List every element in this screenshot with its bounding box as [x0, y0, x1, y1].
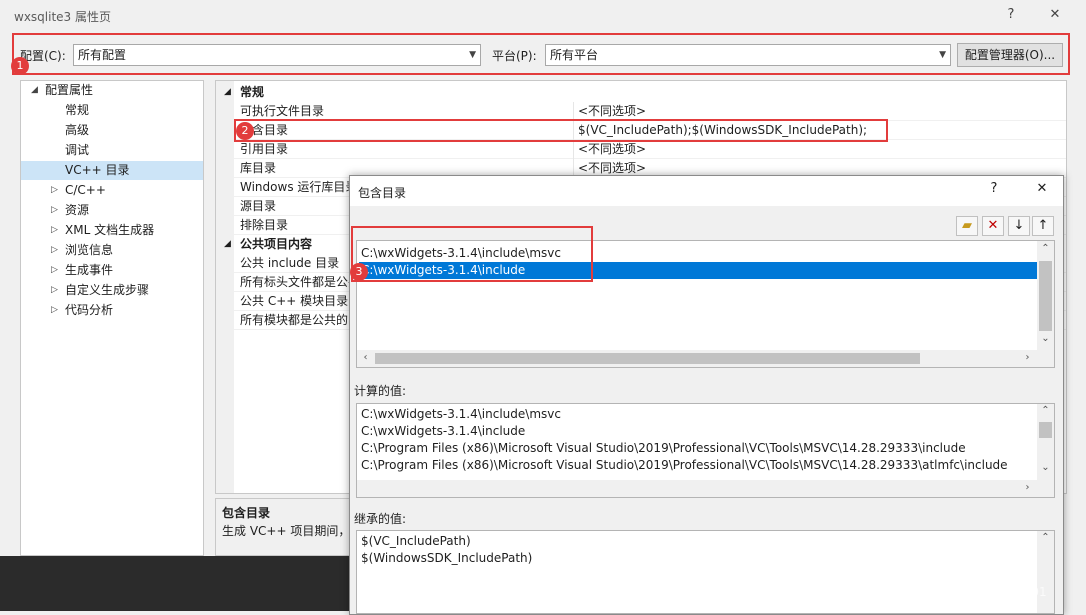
list-item: $(WindowsSDK_IncludePath)	[361, 551, 533, 565]
close-icon[interactable]: ✕	[1042, 4, 1068, 26]
scroll-up-icon: ⌃	[1041, 405, 1050, 416]
property-tree: ◢ 配置属性 常规 高级 调试 VC++ 目录 ▷ C/C++ ▷ 资源 ▷ XML …	[20, 80, 204, 556]
scroll-thumb	[1039, 261, 1052, 331]
chevron-down-icon: ▼	[939, 50, 946, 60]
expanded-arrow-icon: ◢	[224, 87, 231, 97]
grid-row[interactable]: 引用目录 <不同选项>	[216, 140, 1066, 159]
collapsed-arrow-icon: ▷	[51, 305, 58, 315]
tree-item-general[interactable]: 常规	[21, 101, 203, 120]
tree-item-advanced[interactable]: 高级	[21, 121, 203, 140]
list-item: C:\wxWidgets-3.1.4\include	[361, 424, 526, 438]
step-badge-1: 1	[11, 57, 29, 75]
tree-item-browse-info[interactable]: ▷ 浏览信息	[21, 241, 203, 260]
config-value: 所有配置	[78, 48, 127, 62]
platform-select[interactable]: 所有平台 ▼	[545, 44, 951, 66]
horizontal-scrollbar[interactable]: ‹ ›	[357, 350, 1054, 367]
description-text: 生成 VC++ 项目期间，	[222, 524, 351, 538]
dialog-title: 包含目录	[358, 186, 407, 200]
expanded-arrow-icon: ◢	[224, 239, 231, 249]
dialog-titlebar	[350, 176, 1063, 206]
tree-root[interactable]: ◢ 配置属性	[21, 81, 203, 100]
scroll-left-icon: ‹	[363, 352, 368, 363]
background-editor-strip	[0, 556, 349, 611]
watermark: https://blog.csdn.net/qq_38688701	[836, 585, 1047, 599]
list-item: $(VC_IncludePath)	[361, 534, 471, 548]
include-row-highlight	[234, 119, 888, 142]
platform-label: 平台(P):	[492, 49, 537, 63]
include-directories-dialog: 包含目录 ? ✕ ▰ ✕ ↓ ↑ C:\wxWidgets-3.1.4\incl…	[349, 175, 1064, 615]
entries-highlight	[351, 226, 593, 282]
configuration-manager-button[interactable]: 配置管理器(O)...	[957, 43, 1063, 67]
config-select[interactable]: 所有配置 ▼	[73, 44, 481, 66]
dialog-help-icon[interactable]: ?	[982, 181, 1006, 196]
inherited-values-list[interactable]: $(VC_IncludePath) $(WindowsSDK_IncludePa…	[356, 530, 1055, 614]
chevron-down-icon: ▼	[469, 50, 476, 60]
collapsed-arrow-icon: ▷	[51, 265, 58, 275]
horizontal-scrollbar[interactable]: ›	[357, 480, 1054, 497]
list-item: C:\wxWidgets-3.1.4\include\msvc	[361, 407, 561, 421]
collapsed-arrow-icon: ▷	[51, 225, 58, 235]
step-badge-2: 2	[236, 122, 254, 140]
collapsed-arrow-icon: ▷	[51, 285, 58, 295]
list-item: C:\Program Files (x86)\Microsoft Visual …	[361, 441, 966, 455]
inherited-values-label: 继承的值:	[354, 512, 407, 526]
list-item: C:\Program Files (x86)\Microsoft Visual …	[361, 458, 1008, 472]
scroll-down-icon: ⌄	[1041, 462, 1050, 473]
delete-icon[interactable]: ✕	[982, 216, 1004, 236]
tree-item-debugging[interactable]: 调试	[21, 141, 203, 160]
tree-item-code-analysis[interactable]: ▷ 代码分析	[21, 301, 203, 320]
vertical-scrollbar[interactable]: ⌃ ⌄	[1037, 404, 1054, 481]
description-title: 包含目录	[222, 506, 271, 520]
tree-item-resources[interactable]: ▷ 资源	[21, 201, 203, 220]
vertical-scrollbar[interactable]: ⌃ ⌄	[1037, 241, 1054, 351]
tree-item-vc-directories[interactable]: VC++ 目录	[21, 161, 203, 180]
grid-category-general[interactable]: ◢ 常规	[216, 83, 1066, 102]
scroll-right-icon: ›	[1025, 482, 1030, 493]
scroll-thumb	[375, 353, 920, 364]
arrow-up-icon[interactable]: ↑	[1032, 216, 1054, 236]
vertical-scrollbar[interactable]: ⌃	[1037, 531, 1054, 613]
tree-item-cpp[interactable]: ▷ C/C++	[21, 181, 203, 200]
collapsed-arrow-icon: ▷	[51, 205, 58, 215]
scroll-right-icon: ›	[1025, 352, 1030, 363]
new-folder-icon[interactable]: ▰	[956, 216, 978, 236]
dialog-close-icon[interactable]: ✕	[1030, 181, 1054, 196]
step-badge-3: 3	[350, 263, 368, 281]
scroll-up-icon: ⌃	[1041, 243, 1050, 254]
computed-values-label: 计算的值:	[354, 384, 407, 398]
tree-item-build-events[interactable]: ▷ 生成事件	[21, 261, 203, 280]
collapsed-arrow-icon: ▷	[51, 245, 58, 255]
window-title: wxsqlite3 属性页	[14, 10, 111, 24]
arrow-down-icon[interactable]: ↓	[1008, 216, 1030, 236]
collapsed-arrow-icon: ▷	[51, 185, 58, 195]
scroll-up-icon: ⌃	[1041, 532, 1050, 543]
tree-item-custom-build[interactable]: ▷ 自定义生成步骤	[21, 281, 203, 300]
computed-values-list[interactable]: C:\wxWidgets-3.1.4\include\msvc C:\wxWid…	[356, 403, 1055, 498]
platform-value: 所有平台	[550, 48, 599, 62]
help-icon[interactable]: ?	[998, 4, 1024, 26]
scroll-down-icon: ⌄	[1041, 333, 1050, 344]
tree-item-xml-doc[interactable]: ▷ XML 文档生成器	[21, 221, 203, 240]
expanded-arrow-icon: ◢	[31, 85, 38, 95]
scroll-thumb	[1039, 422, 1052, 438]
